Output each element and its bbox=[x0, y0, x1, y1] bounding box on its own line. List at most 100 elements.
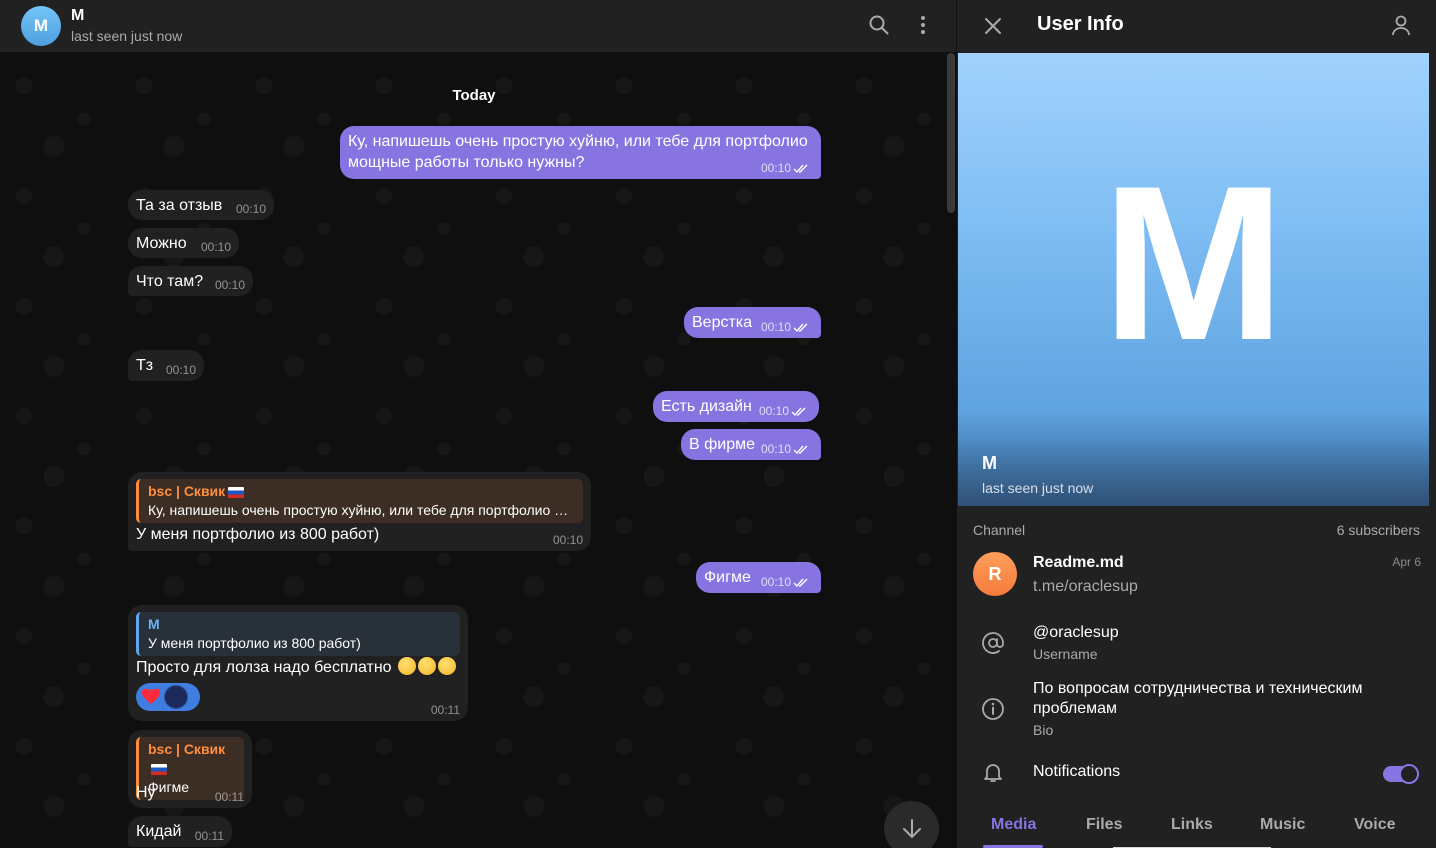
reactor-avatar bbox=[164, 685, 188, 709]
message-text: Та за отзыв bbox=[136, 197, 223, 214]
username-value: @oraclesup bbox=[1033, 624, 1119, 641]
message-incoming[interactable]: Кидай 00:11 bbox=[128, 816, 232, 847]
message-incoming[interactable]: bsc | Сквик Фигме Ну 00:11 bbox=[128, 730, 252, 808]
message-incoming[interactable]: bsc | Сквик Ку, напишешь очень простую х… bbox=[128, 472, 591, 551]
reply-quote[interactable]: bsc | Сквик Ку, напишешь очень простую х… bbox=[136, 479, 583, 523]
message-meta: 00:10 bbox=[761, 576, 809, 589]
message-time: 00:10 bbox=[760, 320, 791, 334]
message-text-line: Ку, напишешь очень простую хуйню, или те… bbox=[348, 133, 808, 150]
message-time: 00:10 bbox=[552, 533, 583, 547]
channel-link: t.me/oraclesup bbox=[1033, 578, 1138, 595]
media-tabs: Media Files Links Music Voice bbox=[957, 806, 1436, 848]
message-time: 00:10 bbox=[200, 240, 231, 254]
subscriber-count: 6 subscribers bbox=[1336, 522, 1420, 538]
bio-label: Bio bbox=[1033, 722, 1054, 738]
reply-author: bsc | Сквик bbox=[148, 482, 575, 501]
message-text-content: Просто для лолза надо бесплатно bbox=[136, 659, 392, 676]
notifications-row[interactable]: Notifications bbox=[973, 760, 1421, 788]
channel-section-label: Channel bbox=[973, 522, 1026, 538]
message-incoming[interactable]: Можно 00:10 bbox=[128, 228, 239, 258]
message-text: Ну bbox=[136, 784, 156, 801]
channel-avatar: R bbox=[973, 552, 1017, 596]
channel-title: Readme.md bbox=[1033, 554, 1124, 571]
profile-photo[interactable]: M M last seen just now bbox=[958, 53, 1429, 506]
tab-music[interactable]: Music bbox=[1260, 816, 1305, 834]
chat-header: M M last seen just now bbox=[0, 0, 956, 53]
personal-channel-item[interactable]: R Readme.md t.me/oraclesup Apr 6 bbox=[973, 550, 1421, 600]
profile-status: last seen just now bbox=[982, 480, 1094, 496]
username-row[interactable]: @oraclesup Username bbox=[973, 620, 1421, 668]
avatar[interactable]: M bbox=[21, 6, 61, 46]
panel-title: User Info bbox=[1037, 13, 1124, 35]
message-outgoing[interactable]: В фирме 00:10 bbox=[681, 429, 821, 460]
bio-text: По вопросам сотрудничества и техническим… bbox=[1033, 679, 1362, 719]
more-vertical-icon[interactable] bbox=[911, 13, 935, 37]
reply-author: bsc | Сквик bbox=[148, 740, 236, 778]
double-check-icon bbox=[793, 323, 808, 332]
message-outgoing[interactable]: Есть дизайн 00:10 bbox=[653, 391, 819, 422]
close-icon[interactable] bbox=[981, 14, 1005, 38]
message-text-line: мощные работы только нужны? bbox=[348, 154, 585, 171]
message-text: Кидай bbox=[136, 823, 182, 840]
scroll-down-button[interactable] bbox=[884, 801, 939, 848]
username-label: Username bbox=[1033, 646, 1098, 662]
notifications-label: Notifications bbox=[1033, 763, 1121, 780]
message-text: В фирме bbox=[689, 436, 756, 453]
message-time: 00:10 bbox=[235, 202, 266, 216]
message-incoming[interactable]: Что там? 00:10 bbox=[128, 266, 253, 296]
double-check-icon bbox=[791, 407, 806, 416]
reply-author-name: bsc | Сквик bbox=[148, 741, 226, 757]
tab-links[interactable]: Links bbox=[1171, 816, 1213, 834]
message-text: Можно bbox=[136, 235, 187, 252]
reply-author-name: bsc | Сквик bbox=[148, 483, 226, 499]
message-outgoing[interactable]: Верстка 00:10 bbox=[684, 307, 821, 338]
grinning-squint-emoji-icon bbox=[418, 657, 437, 675]
message-incoming[interactable]: Та за отзыв 00:10 bbox=[128, 190, 274, 220]
message-text: Тз bbox=[136, 357, 154, 374]
chat-title[interactable]: M bbox=[71, 7, 84, 25]
toggle-knob bbox=[1399, 764, 1419, 784]
telegram-app: M M last seen just now Today Ку, напишеш… bbox=[0, 0, 1436, 848]
message-text: Есть дизайн bbox=[661, 398, 752, 415]
heart-icon bbox=[142, 688, 160, 706]
russia-flag-icon bbox=[228, 486, 245, 498]
tab-media[interactable]: Media bbox=[991, 816, 1036, 834]
tab-files[interactable]: Files bbox=[1086, 816, 1122, 834]
message-time: 00:11 bbox=[194, 829, 224, 843]
bio-line: По вопросам сотрудничества и техническим bbox=[1033, 680, 1363, 697]
reaction-badge[interactable] bbox=[136, 683, 200, 711]
search-icon[interactable] bbox=[867, 13, 891, 37]
bio-row[interactable]: По вопросам сотрудничества и техническим… bbox=[973, 676, 1421, 742]
message-outgoing[interactable]: Фигме 00:10 bbox=[696, 562, 821, 593]
message-text: Фигме bbox=[704, 569, 751, 586]
message-meta: 00:10 bbox=[761, 162, 809, 175]
message-text: Ку, напишешь очень простую хуйню, или те… bbox=[348, 131, 808, 173]
bio-line: проблемам bbox=[1033, 700, 1118, 717]
reply-author: M bbox=[148, 616, 160, 632]
message-incoming[interactable]: Тз 00:10 bbox=[128, 350, 204, 381]
date-separator: Today bbox=[452, 87, 496, 104]
channel-date: Apr 6 bbox=[1392, 555, 1421, 569]
message-list[interactable]: Today Ку, напишешь очень простую хуйню, … bbox=[0, 53, 956, 848]
scrollbar[interactable] bbox=[947, 53, 955, 213]
bell-icon bbox=[981, 760, 1005, 784]
message-time: 00:11 bbox=[430, 703, 460, 717]
message-time: 00:10 bbox=[760, 442, 791, 456]
message-time: 00:11 bbox=[214, 790, 244, 804]
tab-voice[interactable]: Voice bbox=[1354, 816, 1396, 834]
message-outgoing[interactable]: Ку, напишешь очень простую хуйню, или те… bbox=[340, 126, 821, 179]
message-meta: 00:10 bbox=[761, 443, 809, 456]
reply-quote[interactable]: M У меня портфолио из 800 работ) bbox=[136, 612, 460, 656]
double-check-icon bbox=[793, 445, 808, 454]
chat-status: last seen just now bbox=[71, 28, 183, 44]
notifications-toggle[interactable] bbox=[1383, 764, 1419, 784]
message-incoming[interactable]: M У меня портфолио из 800 работ) Просто … bbox=[128, 605, 468, 721]
message-text: Что там? bbox=[136, 273, 204, 290]
message-text: Верстка bbox=[692, 314, 753, 331]
message-time: 00:10 bbox=[758, 404, 789, 418]
arrow-down-icon bbox=[902, 818, 921, 838]
edit-contact-icon[interactable] bbox=[1389, 14, 1413, 38]
profile-avatar-letter: M bbox=[1101, 140, 1286, 386]
double-check-icon bbox=[793, 578, 808, 587]
message-text: Просто для лолза надо бесплатно bbox=[136, 657, 457, 678]
